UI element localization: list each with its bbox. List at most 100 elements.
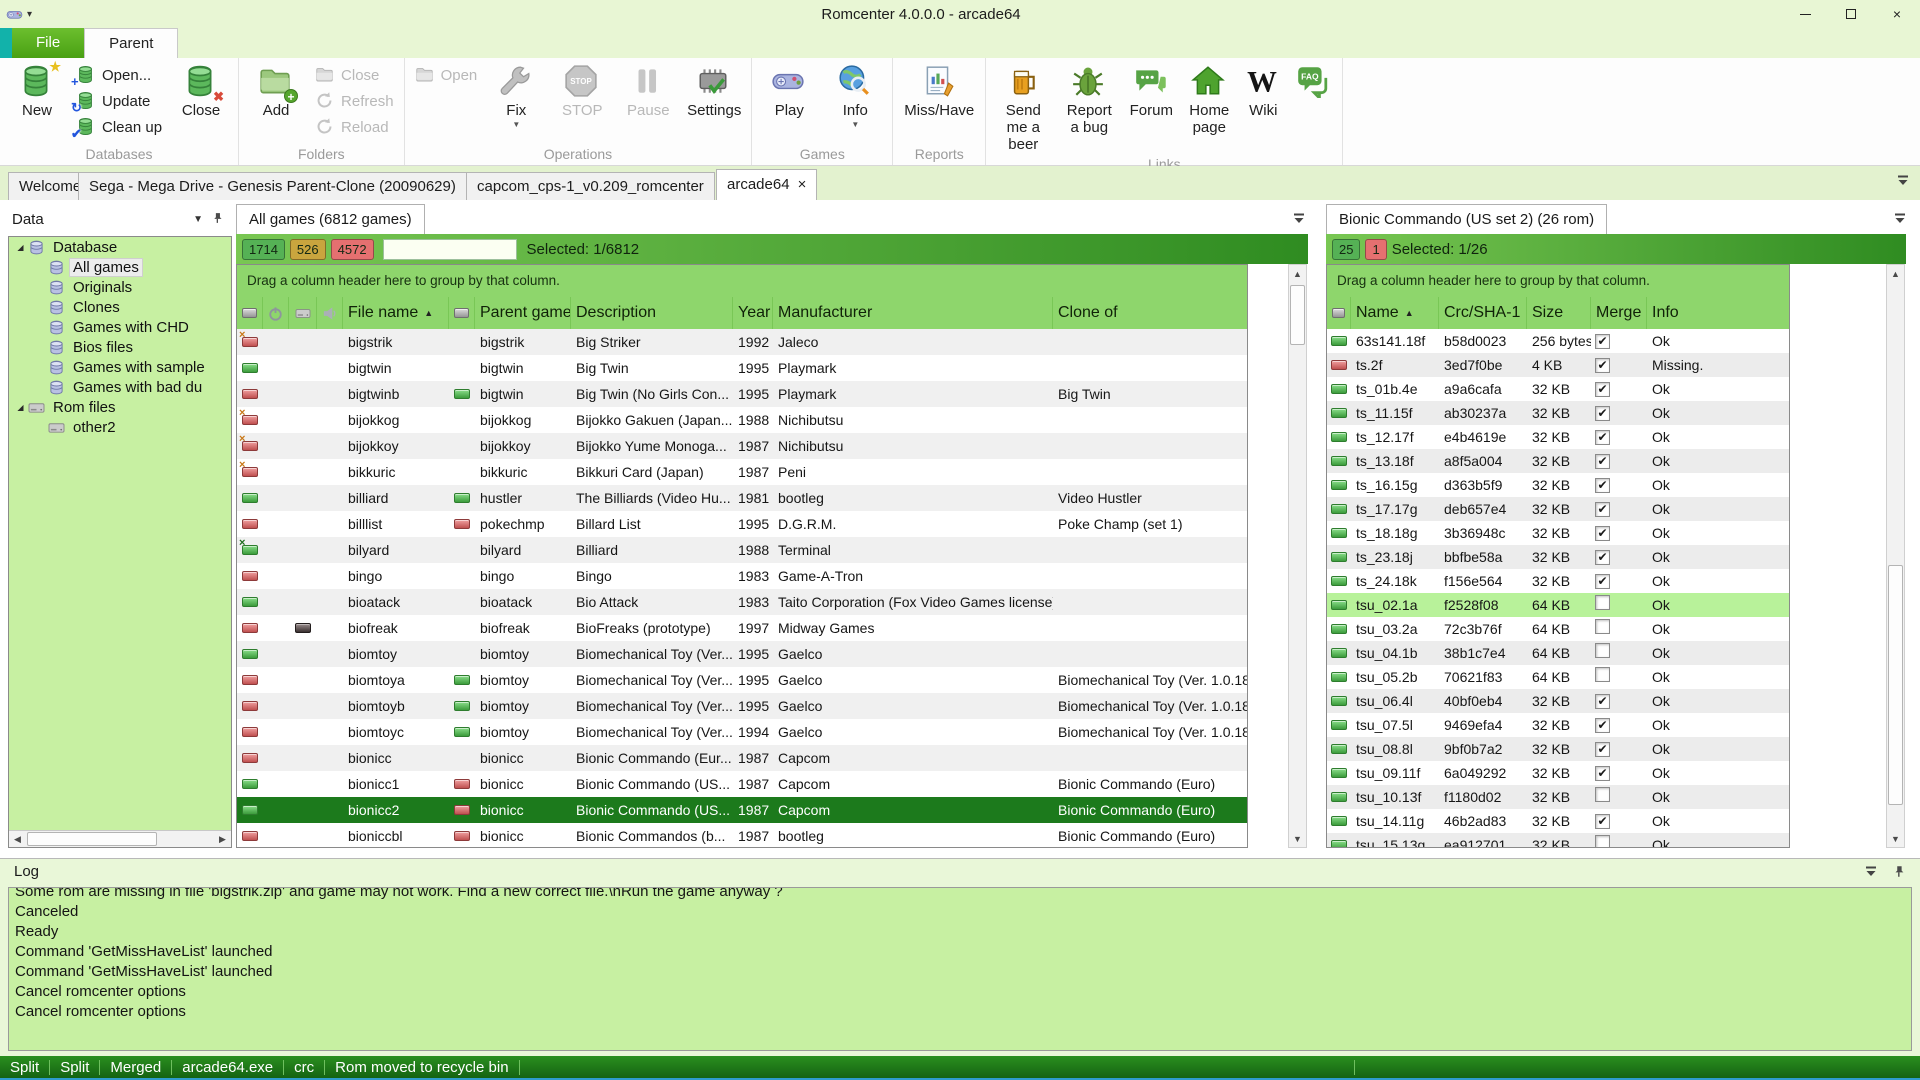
column-description[interactable]: Description [571, 297, 733, 329]
new-database-button[interactable]: ★ New [4, 60, 70, 144]
tree-item[interactable]: Games with bad du [9, 377, 231, 397]
rom-row[interactable]: tsu_15.13gea91270132 KBOk [1327, 833, 1789, 847]
column-file-name[interactable]: File name▲ [343, 297, 449, 329]
game-row[interactable]: biomtoybbiomtoyBiomechanical Toy (Ver...… [237, 693, 1247, 719]
tree-item[interactable]: Originals [9, 277, 231, 297]
merge-checkbox[interactable] [1595, 667, 1610, 682]
rom-row[interactable]: tsu_14.11g46b2ad8332 KBOk [1327, 809, 1789, 833]
tab-arcade64[interactable]: arcade64× [716, 169, 817, 200]
games-vertical-scrollbar[interactable]: ▲ ▼ [1288, 264, 1307, 848]
rom-row[interactable]: ts_13.18fa8f5a00432 KBOk [1327, 449, 1789, 473]
rom-row[interactable]: ts_24.18kf156e56432 KBOk [1327, 569, 1789, 593]
close-folder-button[interactable]: Close [309, 62, 400, 88]
rom-row[interactable]: ts_18.18g3b36948c32 KBOk [1327, 521, 1789, 545]
rom-row[interactable]: ts_01b.4ea9a6cafa32 KBOk [1327, 377, 1789, 401]
scroll-down-icon[interactable]: ▼ [1289, 830, 1306, 847]
rom-row[interactable]: ts_23.18jbbfbe58a32 KBOk [1327, 545, 1789, 569]
rom-row[interactable]: tsu_06.4l40bf0eb432 KBOk [1327, 689, 1789, 713]
game-row[interactable]: bijokkoybijokkoyBijokko Yume Monoga...19… [237, 433, 1247, 459]
open-rompath-button[interactable]: Open [409, 62, 484, 88]
tree-item[interactable]: ◢Database [9, 237, 231, 257]
sidebar-pin-icon[interactable] [211, 212, 224, 227]
scroll-left-icon[interactable]: ◀ [9, 831, 26, 847]
maximize-button[interactable] [1828, 0, 1874, 28]
merge-checkbox[interactable] [1595, 526, 1610, 541]
games-panel-tab[interactable]: All games (6812 games) [236, 204, 425, 234]
column-year[interactable]: Year [733, 297, 773, 329]
rom-row[interactable]: ts_12.17fe4b4619e32 KBOk [1327, 425, 1789, 449]
column-manufacturer[interactable]: Manufacturer [773, 297, 1053, 329]
fix-button[interactable]: Fix ▼ [483, 60, 549, 144]
miss-have-button[interactable]: Miss/Have [897, 60, 981, 144]
app-menu-block[interactable] [0, 28, 12, 58]
wiki-button[interactable]: Wiki [1238, 60, 1288, 144]
roms-panel-tab[interactable]: Bionic Commando (US set 2) (26 rom) [1326, 204, 1607, 234]
tree-item[interactable]: ◢Rom files [9, 397, 231, 417]
emulation-status-column-icon[interactable] [263, 297, 289, 329]
merge-checkbox[interactable] [1595, 643, 1610, 658]
game-row[interactable]: billiardhustlerThe Billiards (Video Hu..… [237, 485, 1247, 511]
merge-checkbox[interactable] [1595, 595, 1610, 610]
chd-column-icon[interactable] [289, 297, 317, 329]
tree-item[interactable]: Bios files [9, 337, 231, 357]
merge-checkbox[interactable] [1595, 334, 1610, 349]
scrollbar-thumb[interactable] [1290, 285, 1305, 345]
forum-button[interactable]: Forum [1122, 60, 1180, 144]
roms-vertical-scrollbar[interactable]: ▲ ▼ [1886, 264, 1905, 848]
rom-status-column-icon[interactable] [1327, 297, 1351, 329]
minimize-button[interactable] [1782, 0, 1828, 28]
game-row[interactable]: bioatackbioatackBio Attack1983Taito Corp… [237, 589, 1247, 615]
expander-icon[interactable]: ◢ [13, 243, 28, 252]
rom-row[interactable]: 63s141.18fb58d0023256 bytesOk [1327, 329, 1789, 353]
merge-checkbox[interactable] [1595, 358, 1610, 373]
game-row[interactable]: bigtwinbigtwinBig Twin1995Playmark [237, 355, 1247, 381]
ribbon-tab-parent[interactable]: Parent [84, 28, 178, 58]
tree-horizontal-scrollbar[interactable]: ◀ ▶ [9, 830, 231, 847]
merge-checkbox[interactable] [1595, 502, 1610, 517]
rom-row[interactable]: tsu_07.5l9469efa432 KBOk [1327, 713, 1789, 737]
log-pin-icon[interactable] [1892, 865, 1906, 883]
merge-checkbox[interactable] [1595, 430, 1610, 445]
merge-checkbox[interactable] [1595, 406, 1610, 421]
merge-checkbox[interactable] [1595, 454, 1610, 469]
column-merge[interactable]: Merge [1591, 297, 1647, 329]
game-row[interactable]: bioniccblbioniccBionic Commandos (b...19… [237, 823, 1247, 847]
games-filter-input[interactable] [383, 239, 517, 260]
reload-folder-button[interactable]: Reload [309, 114, 400, 140]
game-row[interactable]: bigtwinbbigtwinBig Twin (No Girls Con...… [237, 381, 1247, 407]
roms-panel-collapse-icon[interactable] [1893, 212, 1907, 230]
column-crc[interactable]: Crc/SHA-1 [1439, 297, 1527, 329]
game-row[interactable]: bilyardbilyardBilliard1988Terminal [237, 537, 1247, 563]
tab-sega-megadrive[interactable]: Sega - Mega Drive - Genesis Parent-Clone… [78, 172, 467, 200]
tree-item[interactable]: other2 [9, 417, 231, 437]
game-row[interactable]: bijokkogbijokkogBijokko Gakuen (Japan...… [237, 407, 1247, 433]
stop-button[interactable]: STOP [549, 60, 615, 144]
scroll-up-icon[interactable]: ▲ [1289, 265, 1306, 282]
play-button[interactable]: Play [756, 60, 822, 144]
ribbon-tab-file[interactable]: File [12, 28, 84, 58]
close-button[interactable]: × [1874, 0, 1920, 28]
column-info[interactable]: Info [1647, 297, 1789, 329]
rom-row[interactable]: tsu_05.2b70621f8364 KBOk [1327, 665, 1789, 689]
game-row[interactable]: bioniccbioniccBionic Commando (Eur...198… [237, 745, 1247, 771]
faq-button[interactable] [1288, 60, 1338, 144]
game-row[interactable]: bionicc1bioniccBionic Commando (US...198… [237, 771, 1247, 797]
home-page-button[interactable]: Home page [1180, 60, 1238, 144]
merge-checkbox[interactable] [1595, 478, 1610, 493]
rom-row[interactable]: ts_16.15gd363b5f932 KBOk [1327, 473, 1789, 497]
merge-checkbox[interactable] [1595, 766, 1610, 781]
merge-checkbox[interactable] [1595, 619, 1610, 634]
merge-checkbox[interactable] [1595, 814, 1610, 829]
game-row[interactable]: biofreakbiofreakBioFreaks (prototype)199… [237, 615, 1247, 641]
tree-item[interactable]: All games [9, 257, 231, 277]
sound-column-icon[interactable] [317, 297, 343, 329]
merge-checkbox[interactable] [1595, 742, 1610, 757]
game-row[interactable]: biomtoyabiomtoyBiomechanical Toy (Ver...… [237, 667, 1247, 693]
scroll-up-icon[interactable]: ▲ [1887, 265, 1904, 282]
scrollbar-thumb[interactable] [1888, 565, 1903, 805]
cleanup-database-button[interactable]: ✔ Clean up [70, 114, 168, 140]
quick-access-dropdown-icon[interactable]: ▾ [27, 9, 32, 20]
tree-item[interactable]: Games with sample [9, 357, 231, 377]
fix-dropdown-icon[interactable]: ▼ [512, 120, 520, 129]
merge-checkbox[interactable] [1595, 835, 1610, 847]
